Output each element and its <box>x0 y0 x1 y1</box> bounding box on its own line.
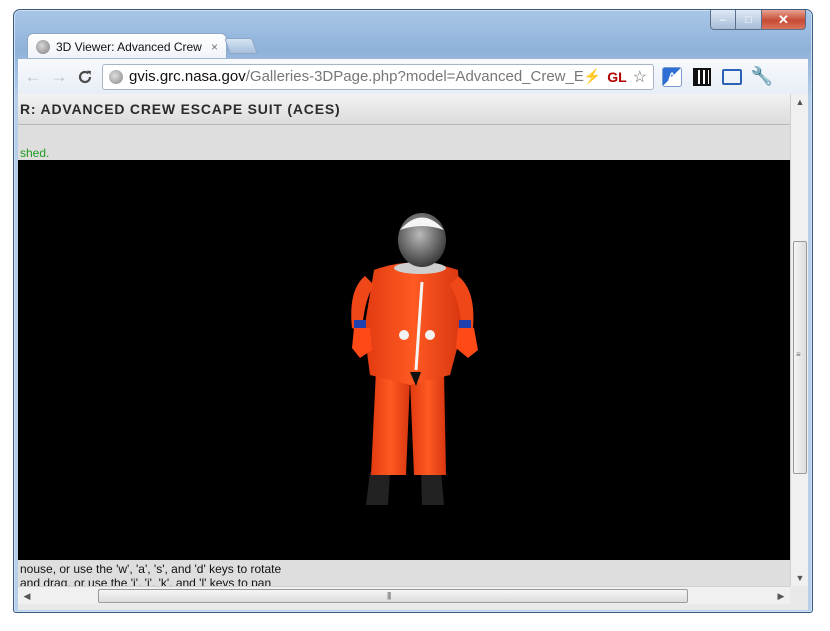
new-tab-button[interactable] <box>224 38 258 54</box>
scroll-down-arrow[interactable]: ▼ <box>791 570 808 586</box>
browser-toolbar: ← → gvis.grc.nasa.gov/Galleries-3DPage.p… <box>18 58 808 94</box>
qr-code-icon <box>693 67 711 86</box>
scroll-left-arrow[interactable]: ◀ <box>18 587 36 605</box>
reload-icon <box>78 70 92 83</box>
vertical-scrollbar[interactable]: ▲ ≡ ▼ <box>790 94 808 586</box>
maximize-button[interactable]: □ <box>736 10 762 30</box>
browser-window: – □ ✕ 3D Viewer: Advanced Crew × ← → gvi… <box>13 9 813 613</box>
star-icon[interactable]: ☆ <box>633 67 647 87</box>
window-controls: – □ ✕ <box>710 10 806 30</box>
globe-icon <box>109 69 123 84</box>
tab-title: 3D Viewer: Advanced Crew <box>56 39 202 54</box>
wrench-icon[interactable]: 🔧 <box>750 65 774 89</box>
lightning-icon[interactable]: ⚡ <box>584 68 601 85</box>
back-button[interactable]: ← <box>22 66 44 88</box>
page-viewport: R: ADVANCED CREW ESCAPE SUIT (ACES) shed… <box>18 94 808 610</box>
horizontal-scrollbar[interactable]: ◀ ||| ▶ <box>18 586 790 604</box>
translate-extension[interactable]: A <box>660 65 684 89</box>
astronaut-model <box>351 213 478 505</box>
web-page: R: ADVANCED CREW ESCAPE SUIT (ACES) shed… <box>18 94 790 586</box>
tab-close-icon[interactable]: × <box>211 40 218 54</box>
omnibox-icons: ⚡ GL ☆ <box>584 67 647 87</box>
address-bar[interactable]: gvis.grc.nasa.gov/Galleries-3DPage.php?m… <box>102 63 654 90</box>
help-text-rotate: nouse, or use the 'w', 'a', 's', and 'd'… <box>20 562 282 576</box>
translate-icon: A <box>662 66 682 87</box>
scroll-right-arrow[interactable]: ▶ <box>772 587 790 605</box>
scroll-up-arrow[interactable]: ▲ <box>791 94 808 110</box>
url-path: /Galleries-3DPage.php?model=Advanced_Cre… <box>245 68 584 85</box>
url-text[interactable]: gvis.grc.nasa.gov/Galleries-3DPage.php?m… <box>129 68 584 85</box>
help-text-pan: and drag, or use the 'i', 'j', 'k', and … <box>20 576 272 586</box>
minimize-button[interactable]: – <box>710 10 736 30</box>
close-window-button[interactable]: ✕ <box>762 10 806 30</box>
load-status: shed. <box>20 146 50 160</box>
webgl-3d-viewer[interactable] <box>18 160 790 560</box>
qr-extension[interactable] <box>690 65 714 89</box>
browser-tab[interactable]: 3D Viewer: Advanced Crew × <box>27 33 227 59</box>
webgl-badge[interactable]: GL <box>607 69 626 85</box>
vertical-scroll-thumb[interactable]: ≡ <box>793 241 807 474</box>
globe-icon <box>36 39 50 54</box>
url-host: gvis.grc.nasa.gov <box>129 68 246 85</box>
fullscreen-extension[interactable] <box>720 65 744 89</box>
reload-button[interactable] <box>74 66 96 88</box>
page-title: R: ADVANCED CREW ESCAPE SUIT (ACES) <box>20 101 341 117</box>
horizontal-scroll-thumb[interactable]: ||| <box>98 589 688 603</box>
fullscreen-icon <box>722 68 742 85</box>
page-header: R: ADVANCED CREW ESCAPE SUIT (ACES) <box>18 94 790 125</box>
forward-button[interactable]: → <box>48 66 70 88</box>
